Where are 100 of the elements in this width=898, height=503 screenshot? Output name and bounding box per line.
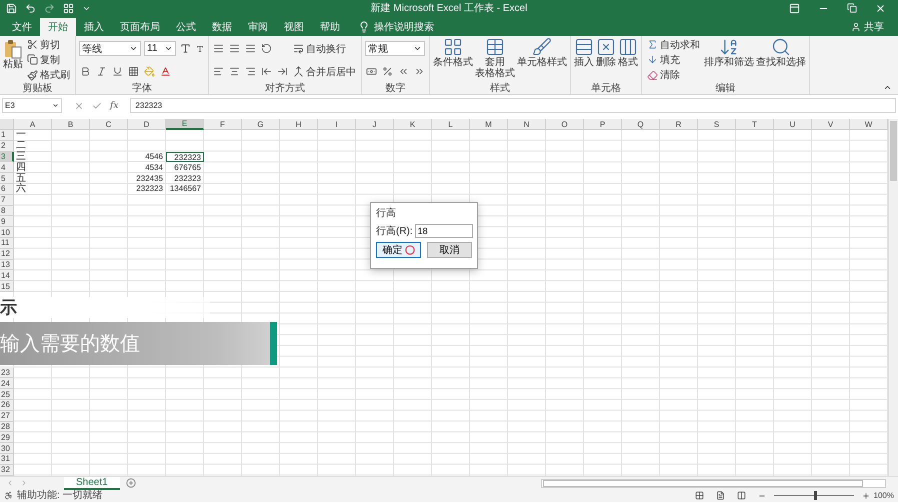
ribbon-button[interactable]: 删除 xyxy=(596,37,616,83)
ribbon-tab[interactable]: 数据 xyxy=(204,18,240,36)
row-header[interactable]: 10 xyxy=(0,227,14,238)
horizontal-scrollbar[interactable] xyxy=(541,478,886,488)
cancel-icon[interactable] xyxy=(74,100,84,110)
table-cell[interactable]: 676765 xyxy=(166,162,204,174)
row-header[interactable]: 28 xyxy=(0,422,14,432)
row-height-field[interactable]: 18 xyxy=(414,224,473,238)
row-header[interactable]: 12 xyxy=(0,248,14,260)
table-cell[interactable]: 4534 xyxy=(128,162,166,174)
restore-icon[interactable] xyxy=(847,3,857,13)
page-layout-icon[interactable] xyxy=(716,491,725,500)
table-cell[interactable]: 二 xyxy=(14,140,52,152)
row-header[interactable]: 14 xyxy=(0,270,14,282)
table-cell[interactable]: 三 xyxy=(14,152,52,162)
column-header[interactable]: H xyxy=(280,119,318,130)
column-header[interactable]: D xyxy=(128,119,166,130)
row-header[interactable]: 32 xyxy=(0,464,14,476)
ribbon-tab[interactable]: 开始 xyxy=(40,18,76,36)
row-header[interactable]: 11 xyxy=(0,238,14,249)
touch-mode-icon[interactable] xyxy=(63,2,74,14)
ribbon-button[interactable]: 格式刷 xyxy=(25,68,72,83)
column-header[interactable]: P xyxy=(584,119,622,130)
ribbon-tab[interactable]: 页面布局 xyxy=(112,18,168,36)
ribbon-button[interactable]: 套用 表格格式 xyxy=(475,37,515,83)
column-header[interactable]: T xyxy=(736,119,774,130)
row-header[interactable]: 1 xyxy=(0,130,14,141)
ribbon-tab[interactable]: 文件 xyxy=(4,18,40,36)
share-button[interactable]: 共享 xyxy=(845,18,890,36)
row-header[interactable]: 29 xyxy=(0,432,14,444)
number-format-dropdown[interactable]: 常规 xyxy=(365,41,425,56)
table-cell[interactable]: 四 xyxy=(14,162,52,174)
check-icon[interactable] xyxy=(92,100,102,110)
paste-button[interactable]: 粘贴 xyxy=(3,37,23,83)
table-cell[interactable]: 1346567 xyxy=(166,184,204,195)
ribbon-button[interactable]: 剪切 xyxy=(25,37,72,52)
fill-color-button[interactable] xyxy=(143,64,156,79)
row-header[interactable]: 15 xyxy=(0,281,14,292)
table-cell[interactable]: 232323 xyxy=(128,184,166,195)
ribbon-button[interactable]: 自动求和 xyxy=(645,37,702,52)
column-header[interactable]: Q xyxy=(622,119,660,130)
column-header[interactable]: U xyxy=(774,119,812,130)
ribbon-button[interactable]: 格式 xyxy=(618,37,638,83)
table-cell[interactable]: 232323 xyxy=(166,152,204,162)
font-name-dropdown[interactable]: 等线 xyxy=(79,41,141,56)
row-header[interactable]: 6 xyxy=(0,184,14,195)
column-header[interactable]: R xyxy=(660,119,698,130)
wrap-text-button[interactable]: 自动换行 xyxy=(291,41,358,56)
formula-field[interactable]: 232323 xyxy=(130,98,896,113)
row-header[interactable]: 3 xyxy=(0,152,14,162)
ribbon-tab[interactable]: 视图 xyxy=(276,18,312,36)
row-header[interactable]: 25 xyxy=(0,389,14,400)
ribbon-tab[interactable]: 公式 xyxy=(168,18,204,36)
tell-me-search[interactable]: 操作说明搜索 xyxy=(374,20,434,34)
row-header[interactable]: 26 xyxy=(0,400,14,411)
close-icon[interactable] xyxy=(875,2,886,14)
ribbon-tab[interactable]: 帮助 xyxy=(312,18,348,36)
ribbon-button[interactable]: 单元格样式 xyxy=(517,37,567,83)
column-header[interactable]: B xyxy=(52,119,90,130)
column-header[interactable]: N xyxy=(508,119,546,130)
dialog-button[interactable]: 确定 xyxy=(376,242,421,258)
column-header[interactable]: O xyxy=(546,119,584,130)
ribbon-button[interactable]: 插入 xyxy=(574,37,594,83)
save-icon[interactable] xyxy=(6,2,17,14)
ribbon-button[interactable]: 查找和选择 xyxy=(756,37,806,83)
column-header[interactable]: A xyxy=(14,119,52,130)
ribbon-options-icon[interactable] xyxy=(789,2,800,14)
ribbon-button[interactable]: 清除 xyxy=(645,68,702,83)
column-header[interactable]: K xyxy=(394,119,432,130)
ribbon-button[interactable]: 条件格式 xyxy=(433,37,473,83)
borders-button[interactable] xyxy=(127,64,140,79)
row-header[interactable]: 9 xyxy=(0,216,14,228)
font-size-dropdown[interactable]: 11 xyxy=(144,41,176,56)
ribbon-button[interactable]: 复制 xyxy=(25,52,72,68)
table-cell[interactable]: 232323 xyxy=(166,173,204,184)
ribbon-tab[interactable]: 插入 xyxy=(76,18,112,36)
table-cell[interactable]: 一 xyxy=(14,130,52,141)
column-header[interactable]: F xyxy=(204,119,242,130)
zoom-in-icon[interactable] xyxy=(862,492,870,500)
insert-function-button[interactable]: fx xyxy=(110,100,118,110)
row-header[interactable]: 8 xyxy=(0,206,14,216)
column-header[interactable]: I xyxy=(318,119,356,130)
row-header[interactable]: 4 xyxy=(0,162,14,174)
table-cell[interactable]: 4546 xyxy=(128,152,166,162)
row-header[interactable]: 24 xyxy=(0,378,14,390)
sheet-tab[interactable]: Sheet1 xyxy=(64,476,120,490)
dialog-button[interactable]: 取消 xyxy=(427,242,472,258)
orientation-button[interactable] xyxy=(260,41,273,56)
normal-view-icon[interactable] xyxy=(694,491,704,500)
redo-icon[interactable] xyxy=(44,2,55,14)
merge-center-button[interactable]: 合并后居中 xyxy=(291,64,358,79)
vertical-scrollbar[interactable] xyxy=(888,119,898,476)
ribbon-tab[interactable]: 审阅 xyxy=(240,18,276,36)
row-header[interactable]: 7 xyxy=(0,194,14,206)
ribbon-button[interactable]: 填充 xyxy=(645,52,702,68)
table-cell[interactable]: 232435 xyxy=(128,173,166,184)
row-header[interactable]: 30 xyxy=(0,443,14,454)
column-header[interactable]: W xyxy=(850,119,888,130)
undo-icon[interactable] xyxy=(25,2,36,14)
ribbon-button[interactable]: 排序和筛选 xyxy=(704,37,754,83)
